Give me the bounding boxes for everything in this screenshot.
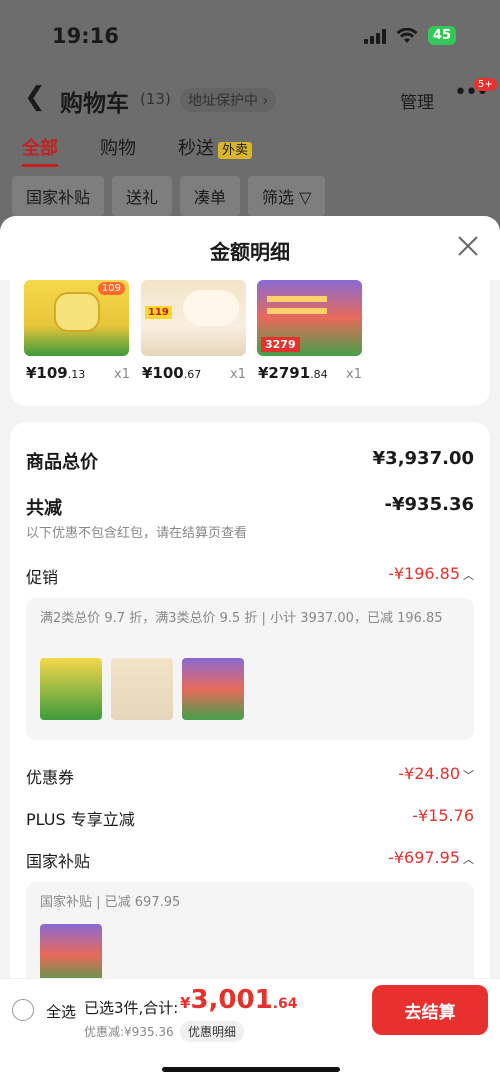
wifi-icon xyxy=(396,27,418,43)
amount-breakdown: 商品总价 ¥3,937.00 共减 -¥935.36 以下优惠不包含红包，请在结… xyxy=(10,422,490,1022)
home-indicator xyxy=(162,1067,340,1072)
checkout-button[interactable]: 去结算 xyxy=(372,985,488,1035)
total-int: 3,001 xyxy=(190,985,273,1015)
subsidy-thumb-appliance xyxy=(40,924,102,986)
subsidy-value-wrap: -¥697.95 ︿ xyxy=(388,848,474,867)
promo-value: -¥196.85 xyxy=(388,564,460,583)
price-tag: 3279 xyxy=(261,337,300,352)
price-tag: 119 xyxy=(145,306,172,319)
coupon-value: -¥24.80 xyxy=(398,764,460,783)
address-protect-badge[interactable]: 地址保护中 › xyxy=(180,88,277,112)
total-price: ¥3,001.64 xyxy=(180,985,298,1015)
product-price: ¥109.13 xyxy=(26,364,85,382)
product-image-rice-cooker: 109 xyxy=(24,280,129,356)
tab-instant-label: 秒送 xyxy=(178,138,214,159)
product-price: ¥2791.84 xyxy=(258,364,328,382)
cart-tabs: 全部 购物 秒送 外卖 xyxy=(22,134,253,167)
selected-summary: 已选3件,合计: xyxy=(84,999,179,1017)
plus-value: -¥15.76 xyxy=(412,806,474,825)
signal-icon xyxy=(363,28,386,44)
close-icon[interactable] xyxy=(456,234,480,258)
filter-more[interactable]: 筛选 ▽ xyxy=(248,176,326,216)
product-qty: x1 xyxy=(346,367,362,382)
promo-thumb-egg-steamer xyxy=(111,658,173,720)
status-bar: 19:16 45 xyxy=(0,22,500,52)
chevron-up-icon: ︿ xyxy=(463,853,474,866)
promo-detail-text: 满2类总价 9.7 折，满3类总价 9.5 折 | 小计 3937.00，已减 … xyxy=(40,611,443,626)
product-price-int: ¥109 xyxy=(26,364,68,382)
waimai-tag: 外卖 xyxy=(218,142,253,159)
product-image-appliance: 3279 xyxy=(257,280,362,356)
product-list: 109 ¥109.13 x1 119 ¥100.67 x1 3279 ¥2791… xyxy=(10,280,490,406)
product-price-dec: .67 xyxy=(183,368,202,381)
subsidy-detail-text: 国家补贴 | 已减 697.95 xyxy=(40,895,181,910)
select-all-radio[interactable] xyxy=(12,999,34,1021)
plus-label: PLUS 专享立减 xyxy=(26,810,135,829)
cart-header: ❮ 购物车 (13) 地址保护中 › 管理 ••• 5+ xyxy=(0,78,500,117)
status-icons: 45 xyxy=(363,26,456,45)
product-image-egg-steamer: 119 xyxy=(141,280,246,356)
status-time: 19:16 xyxy=(52,24,119,48)
product-price-dec: .84 xyxy=(310,368,328,381)
select-all-label[interactable]: 全选 xyxy=(46,1001,76,1022)
goods-total-value: ¥3,937.00 xyxy=(372,448,474,469)
page-title: 购物车 xyxy=(60,91,129,117)
product-price-int: ¥100 xyxy=(142,364,184,382)
subsidy-label: 国家补贴 xyxy=(26,852,91,871)
sheet-header: 金额明细 xyxy=(0,216,500,280)
product-item[interactable]: 3279 xyxy=(257,280,367,356)
product-qty: x1 xyxy=(114,367,130,382)
product-price: ¥100.67 xyxy=(142,364,201,382)
tab-instant[interactable]: 秒送 外卖 xyxy=(178,134,253,167)
tab-all[interactable]: 全部 xyxy=(22,134,58,167)
product-item[interactable]: 119 xyxy=(141,280,251,356)
chevron-up-icon: ︿ xyxy=(463,569,474,582)
promo-detail-box: 满2类总价 9.7 折，满3类总价 9.5 折 | 小计 3937.00，已减 … xyxy=(26,598,474,740)
chevron-down-icon: ﹀ xyxy=(463,769,474,782)
promo-label: 促销 xyxy=(26,568,59,587)
filter-gift[interactable]: 送礼 xyxy=(112,176,173,216)
discount-note: 以下优惠不包含红包，请在结算页查看 xyxy=(26,526,248,541)
product-item[interactable]: 109 xyxy=(24,280,134,356)
promo-value-wrap: -¥196.85 ︿ xyxy=(388,564,474,583)
goods-total-label: 商品总价 xyxy=(26,452,98,473)
total-currency: ¥ xyxy=(180,994,191,1012)
price-tag: 109 xyxy=(97,282,125,295)
message-badge: 5+ xyxy=(474,78,497,91)
promo-thumb-rice-cooker xyxy=(40,658,102,720)
total-dec: .64 xyxy=(272,996,298,1012)
sheet-title: 金额明细 xyxy=(210,240,290,264)
manage-button[interactable]: 管理 xyxy=(400,88,434,113)
coupon-label: 优惠券 xyxy=(26,768,75,787)
coupon-value-wrap: -¥24.80 ﹀ xyxy=(398,764,474,783)
filter-chips: 国家补贴 送礼 凑单 筛选 ▽ xyxy=(12,176,326,216)
total-discount-value: -¥935.36 xyxy=(384,494,474,515)
filter-national-subsidy[interactable]: 国家补贴 xyxy=(12,176,105,216)
discount-detail-button[interactable]: 优惠明细 xyxy=(180,1021,245,1042)
product-price-int: ¥2791 xyxy=(258,364,311,382)
product-price-dec: .13 xyxy=(67,368,86,381)
checkout-bar: 全选 已选3件,合计: ¥3,001.64 优惠减:¥935.36 优惠明细 去… xyxy=(0,978,500,1083)
product-qty: x1 xyxy=(230,367,246,382)
subsidy-value: -¥697.95 xyxy=(388,848,460,867)
cart-page-background: 19:16 45 ❮ 购物车 (13) 地址保护中 › 管理 ••• 5+ 全部… xyxy=(0,0,500,230)
filter-bundle[interactable]: 凑单 xyxy=(180,176,241,216)
amount-detail-sheet: 金额明细 109 ¥109.13 x1 119 ¥100.67 x1 3279 xyxy=(0,216,500,1083)
promo-thumb-appliance xyxy=(182,658,244,720)
tab-shopping[interactable]: 购物 xyxy=(100,134,136,167)
discount-summary: 优惠减:¥935.36 xyxy=(84,1025,174,1039)
battery-icon: 45 xyxy=(427,26,456,45)
total-discount-label: 共减 xyxy=(26,498,62,519)
back-arrow-icon[interactable]: ❮ xyxy=(24,82,46,112)
cart-count: (13) xyxy=(140,90,171,108)
